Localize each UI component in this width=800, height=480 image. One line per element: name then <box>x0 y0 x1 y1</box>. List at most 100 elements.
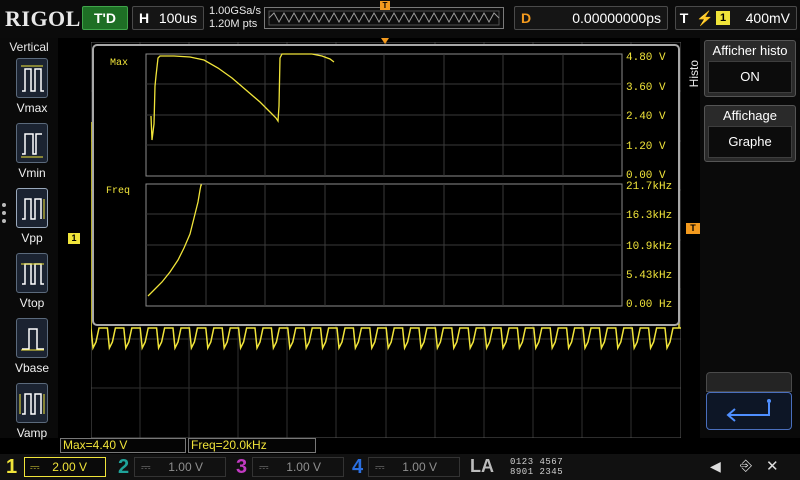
memory-position-bar[interactable] <box>264 7 504 29</box>
trigger-source: 1 <box>716 11 730 25</box>
bottom-axis-tick: 21.7kHz <box>626 181 673 193</box>
memory-wave <box>268 11 500 24</box>
logic-digits-row: 8901 2345 <box>510 467 564 477</box>
ch1-scale-box[interactable]: ⎓ 2.00 V <box>24 457 106 477</box>
vmax-icon <box>16 58 48 98</box>
trigger-box[interactable]: T ⚡ 1 400mV <box>675 6 797 30</box>
ch2-number[interactable]: 2 <box>118 456 129 478</box>
histogram-svg <box>145 53 623 307</box>
trigger-key: T <box>679 10 689 26</box>
measure-label: Vmin <box>18 166 46 180</box>
dc-coupling-icon: ⎓ <box>375 460 385 474</box>
ch4-number[interactable]: 4 <box>352 456 363 478</box>
page-dot <box>2 219 6 223</box>
mute-icon[interactable]: ✕ <box>766 457 779 475</box>
bottom-axis-tick: 0.00 Hz <box>626 299 673 311</box>
menu-title: Vertical <box>9 40 49 54</box>
histo-side-tab: Histo <box>687 60 701 88</box>
dc-coupling-icon: ⎓ <box>30 460 40 474</box>
measure-vbase[interactable]: Vbase <box>10 318 54 375</box>
memory-waveform-preview <box>268 10 500 26</box>
top-axis-tick: 3.60 V <box>626 82 666 94</box>
measure-vmin[interactable]: Vmin <box>10 123 54 180</box>
timebase-box[interactable]: H 100us <box>132 6 204 30</box>
softkey-show-histogram[interactable]: Afficher histo ON <box>704 40 796 97</box>
rising-edge-icon: ⚡ <box>696 10 714 26</box>
bottom-axis-tick: 10.9kHz <box>626 241 673 253</box>
usb-icon: ⎆ <box>740 457 753 474</box>
vtop-icon <box>16 253 48 293</box>
return-arrow-icon <box>726 399 771 422</box>
bottom-graph-grid <box>146 184 622 306</box>
top-graph-grid <box>146 54 622 176</box>
top-status-bar: RIGOL T'D H 100us 1.00GSa/s 1.20M pts T … <box>0 0 800 38</box>
vmin-icon <box>16 123 48 163</box>
measure-vamp[interactable]: Vamp <box>10 383 54 440</box>
return-button[interactable] <box>706 392 792 430</box>
ch3-number[interactable]: 3 <box>236 456 247 478</box>
page-indicator <box>2 203 7 227</box>
top-axis-tick: 1.20 V <box>626 141 666 153</box>
ch4-scale-box[interactable]: ⎓ 1.00 V <box>368 457 460 477</box>
bottom-graph-label: Freq <box>106 186 131 197</box>
acquisition-info: 1.00GSa/s 1.20M pts <box>209 5 261 31</box>
ch2-scale-box[interactable]: ⎓ 1.00 V <box>134 457 226 477</box>
logic-analyzer-label[interactable]: LA <box>470 456 494 477</box>
vpp-icon <box>16 188 48 228</box>
measure-vmax[interactable]: Vmax <box>10 58 54 115</box>
histogram-panel: Max 4.80 V 3.60 V 2.40 V 1.20 V 0.00 V F… <box>92 44 680 326</box>
logic-channel-digits[interactable]: 0123 4567 8901 2345 <box>510 457 600 477</box>
top-axis-tick: 2.40 V <box>626 111 666 123</box>
ch2-scale: 1.00 V <box>168 460 203 474</box>
trigger-level-marker[interactable]: T <box>686 223 700 234</box>
max-readout: Max=4.40 V <box>60 438 186 453</box>
vertical-measure-menu: Vertical Vmax Vmin Vpp Vtop Vbase Vamp <box>0 38 58 440</box>
top-axis-tick: 4.80 V <box>626 52 666 64</box>
softkey-value: ON <box>708 61 792 93</box>
ch1-scale: 2.00 V <box>52 460 87 474</box>
measure-vtop[interactable]: Vtop <box>10 253 54 310</box>
dc-coupling-icon: ⎓ <box>259 460 269 474</box>
measure-vpp[interactable]: Vpp <box>10 188 54 245</box>
trigger-level: 400mV <box>745 10 790 26</box>
sample-rate: 1.00GSa/s <box>209 5 261 17</box>
measure-label: Vpp <box>21 231 43 245</box>
channel-status-bar: 1 ⎓ 2.00 V 2 ⎓ 1.00 V 3 ⎓ 1.00 V 4 ⎓ 1.0… <box>0 454 800 480</box>
softkey-title: Affichage <box>723 108 777 123</box>
page-dot <box>2 211 6 215</box>
vbase-icon <box>16 318 48 358</box>
measure-label: Vmax <box>16 101 48 115</box>
delay-key: D <box>520 10 532 26</box>
run-state-badge[interactable]: T'D <box>82 6 128 30</box>
ch3-scale-box[interactable]: ⎓ 1.00 V <box>252 457 344 477</box>
bottom-axis-tick: 5.43kHz <box>626 270 673 282</box>
bottom-axis-tick: 16.3kHz <box>626 210 673 222</box>
brand-logo: RIGOL <box>5 6 81 31</box>
top-graph-label: Max <box>110 58 129 69</box>
delay-value: 0.00000000ps <box>572 10 661 26</box>
speaker-icon[interactable]: ◀ <box>710 458 721 475</box>
softkey-display-mode[interactable]: Affichage Graphe <box>704 105 796 162</box>
memory-depth: 1.20M pts <box>209 18 258 30</box>
measure-label: Vbase <box>14 361 50 375</box>
ch1-offset-marker[interactable]: 1 <box>68 233 80 244</box>
freq-readout: Freq=20.0kHz <box>188 438 316 453</box>
freq-trend-trace <box>147 184 202 297</box>
ch3-scale: 1.00 V <box>286 460 321 474</box>
dc-coupling-icon: ⎓ <box>141 460 151 474</box>
measure-label: Vtop <box>19 296 45 310</box>
vamp-icon <box>16 383 48 423</box>
timebase-key: H <box>138 10 150 26</box>
softkey-title: Afficher histo <box>712 43 788 58</box>
max-trend-trace <box>150 53 335 141</box>
timebase-value: 100us <box>158 10 197 26</box>
ch1-number[interactable]: 1 <box>6 456 17 478</box>
logic-digits-row: 0123 4567 <box>510 457 564 467</box>
softkey-blank[interactable] <box>706 372 792 392</box>
ch4-scale: 1.00 V <box>402 460 437 474</box>
softkey-value: Graphe <box>708 126 792 158</box>
page-dot <box>2 203 6 207</box>
measure-label: Vamp <box>16 426 48 440</box>
delay-box[interactable]: D 0.00000000ps <box>514 6 668 30</box>
trigger-position-marker: T <box>380 1 390 10</box>
